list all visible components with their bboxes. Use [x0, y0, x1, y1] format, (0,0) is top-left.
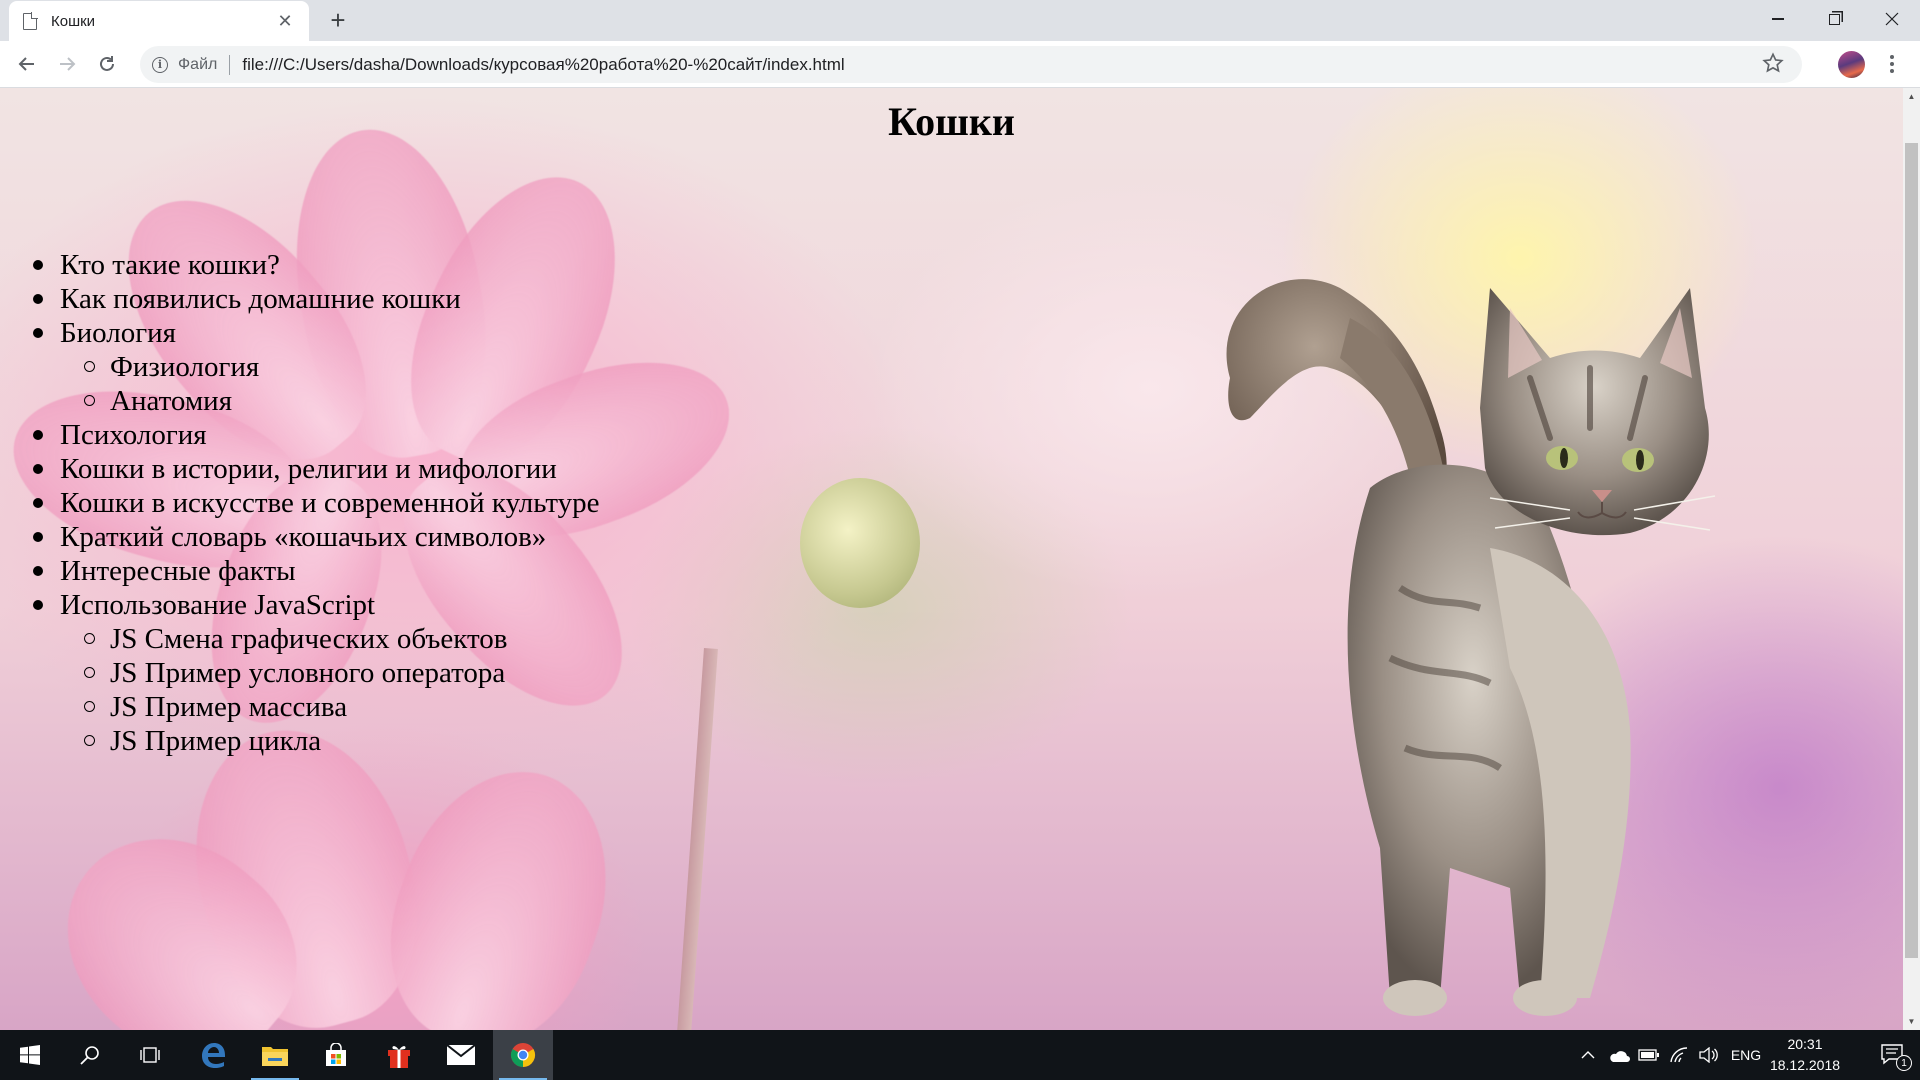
- nav-item[interactable]: Психология: [33, 418, 600, 452]
- browser-toolbar: i Файл file:///C:/Users/dasha/Downloads/…: [0, 41, 1920, 88]
- nav-subitem[interactable]: JS Смена графических объектов: [84, 622, 600, 656]
- battery-icon[interactable]: [1634, 1030, 1664, 1080]
- restore-icon: [1828, 13, 1840, 25]
- minimize-button[interactable]: [1750, 0, 1806, 38]
- tab-active[interactable]: Кошки ✕: [9, 1, 309, 41]
- edge-button[interactable]: [183, 1030, 243, 1080]
- scroll-up-icon[interactable]: ▲: [1903, 88, 1920, 105]
- back-button[interactable]: [10, 47, 44, 81]
- tab-title: Кошки: [51, 12, 96, 30]
- nav-subitem[interactable]: JS Пример массива: [84, 690, 600, 724]
- task-view-button[interactable]: [120, 1030, 180, 1080]
- star-icon[interactable]: [1762, 52, 1784, 74]
- sub-list: Физиология Анатомия: [60, 350, 600, 418]
- browser-tabstrip: Кошки ✕ +: [0, 0, 1920, 41]
- nav-item[interactable]: Кошки в истории, религии и мифологии: [33, 452, 600, 486]
- nav-item[interactable]: Кошки в искусстве и современной культуре: [33, 486, 600, 520]
- scroll-thumb[interactable]: [1905, 143, 1918, 958]
- edge-icon: [202, 1043, 225, 1068]
- file-explorer-button[interactable]: [245, 1030, 305, 1080]
- gift-icon: [388, 1046, 410, 1068]
- sub-list: JS Смена графических объектов JS Пример …: [60, 622, 600, 758]
- table-of-contents: Кто такие кошки? Как появились домашние …: [33, 248, 600, 758]
- tray-overflow-icon[interactable]: [1574, 1030, 1602, 1080]
- nav-subitem[interactable]: Физиология: [84, 350, 600, 384]
- page-title: Кошки: [888, 99, 1015, 144]
- tab-close-icon[interactable]: ✕: [275, 11, 295, 32]
- page-viewport: Кошки Кто такие кошки? Как появились дом…: [0, 88, 1903, 1030]
- action-center-button[interactable]: 1: [1866, 1030, 1920, 1080]
- scroll-down-icon[interactable]: ▼: [1903, 1013, 1920, 1030]
- close-icon: [1885, 12, 1899, 26]
- task-view-icon: [140, 1047, 160, 1063]
- address-bar[interactable]: i Файл file:///C:/Users/dasha/Downloads/…: [140, 46, 1802, 83]
- gift-button[interactable]: [369, 1030, 429, 1080]
- start-button[interactable]: [0, 1030, 60, 1080]
- nav-subitem[interactable]: JS Пример условного оператора: [84, 656, 600, 690]
- nav-item[interactable]: Кто такие кошки?: [33, 248, 600, 282]
- nav-item[interactable]: Использование JavaScript JS Смена графич…: [33, 588, 600, 758]
- scrollbar[interactable]: ▲ ▼: [1903, 88, 1920, 1030]
- nav-item[interactable]: Как появились домашние кошки: [33, 282, 600, 316]
- nav-subitem[interactable]: JS Пример цикла: [84, 724, 600, 758]
- store-button[interactable]: [306, 1030, 366, 1080]
- nav-subitem[interactable]: Анатомия: [84, 384, 600, 418]
- page-icon: [23, 11, 38, 30]
- scheme-label: Файл: [178, 55, 218, 73]
- arrow-left-icon: [18, 57, 34, 71]
- notification-count: 1: [1896, 1055, 1912, 1071]
- restore-button[interactable]: [1806, 0, 1862, 38]
- mail-button[interactable]: [431, 1030, 491, 1080]
- onedrive-icon[interactable]: [1604, 1030, 1634, 1080]
- file-explorer-icon: [262, 1047, 288, 1066]
- profile-avatar[interactable]: [1838, 51, 1865, 78]
- chrome-icon: [510, 1043, 536, 1067]
- reload-icon: [100, 56, 114, 71]
- windows-start-icon: [20, 1045, 40, 1065]
- cat-image: [1226, 279, 1716, 1016]
- volume-icon[interactable]: [1694, 1030, 1724, 1080]
- clock-date: 18.12.2018: [1769, 1057, 1841, 1073]
- divider: [229, 54, 231, 75]
- clock-time: 20:31: [1787, 1036, 1823, 1052]
- url-text[interactable]: file:///C:/Users/dasha/Downloads/курсова…: [242, 55, 844, 75]
- arrow-right-icon: [60, 57, 76, 71]
- chrome-button[interactable]: [493, 1030, 553, 1080]
- forward-button[interactable]: [50, 47, 84, 81]
- search-icon: [80, 1046, 99, 1065]
- nav-item[interactable]: Краткий словарь «кошачьих символов»: [33, 520, 600, 554]
- new-tab-button[interactable]: +: [322, 4, 354, 36]
- info-icon[interactable]: i: [152, 56, 168, 73]
- store-icon: [326, 1043, 346, 1066]
- minimize-icon: [1772, 18, 1784, 20]
- reload-button[interactable]: [90, 47, 124, 81]
- nav-item[interactable]: Интересные факты: [33, 554, 600, 588]
- nav-item[interactable]: Биология Физиология Анатомия: [33, 316, 600, 418]
- search-button[interactable]: [60, 1030, 120, 1080]
- kebab-menu-icon[interactable]: [1882, 49, 1902, 79]
- clock[interactable]: 20:31 18.12.2018: [1760, 1034, 1850, 1076]
- mail-icon: [447, 1045, 475, 1065]
- wifi-icon[interactable]: [1664, 1030, 1694, 1080]
- close-window-button[interactable]: [1864, 0, 1920, 38]
- taskbar: ENG 20:31 18.12.2018 1: [0, 1030, 1920, 1080]
